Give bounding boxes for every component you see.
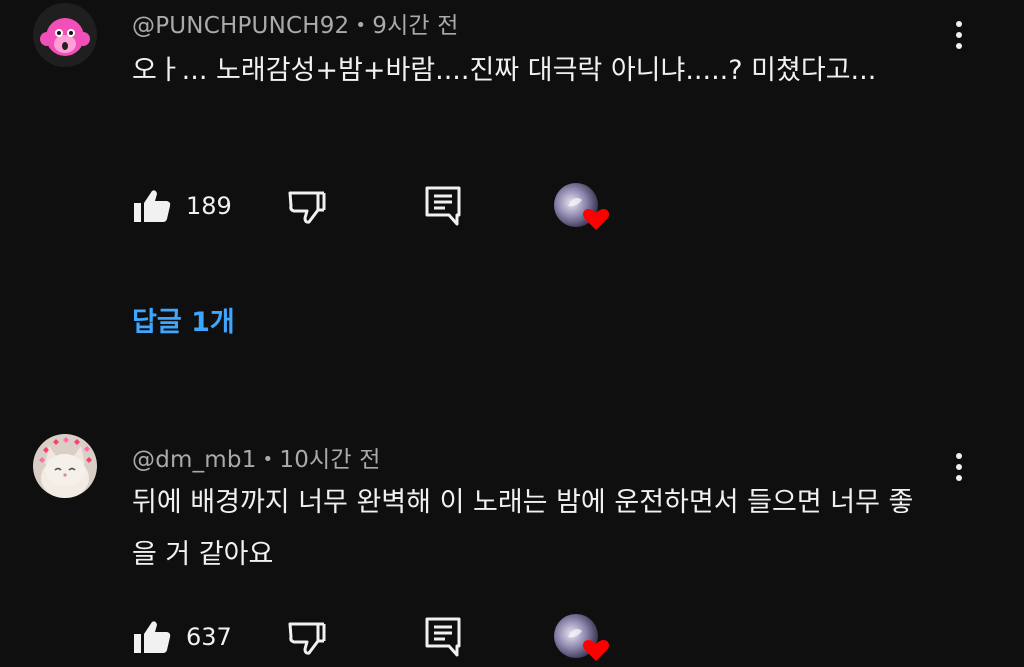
comment-reply-icon — [425, 617, 461, 657]
comment-timestamp[interactable]: 10시간 전 — [279, 447, 380, 473]
commenter-avatar[interactable] — [33, 434, 97, 498]
dot-icon — [956, 464, 962, 470]
cat-with-hearts-avatar-icon — [33, 434, 97, 498]
like-count: 637 — [186, 623, 232, 651]
like-button[interactable] — [132, 612, 172, 662]
thumbs-down-icon — [288, 622, 326, 655]
dot-icon — [956, 453, 962, 459]
comment-author[interactable]: @dm_mb1 — [132, 447, 257, 473]
dislike-button[interactable] — [287, 612, 327, 662]
reply-button[interactable] — [424, 612, 464, 662]
comment-meta: @dm_mb1 • 10시간 전 — [132, 440, 381, 474]
comment-more-button[interactable] — [944, 445, 974, 489]
meta-separator: • — [262, 449, 274, 470]
comment-actions: 637 — [0, 612, 700, 662]
creator-avatar-heart-icon — [554, 614, 609, 661]
dot-icon — [956, 475, 962, 481]
comment-thread-2: @dm_mb1 • 10시간 전 뒤에 배경까지 너무 완벽해 이 노래는 밤에 운… — [0, 0, 1024, 666]
creator-heart-badge — [554, 613, 612, 663]
comment-text: 뒤에 배경까지 너무 완벽해 이 노래는 밤에 운전하면서 들으면 너무 좋을 … — [132, 487, 914, 570]
thumbs-up-icon — [134, 621, 171, 653]
